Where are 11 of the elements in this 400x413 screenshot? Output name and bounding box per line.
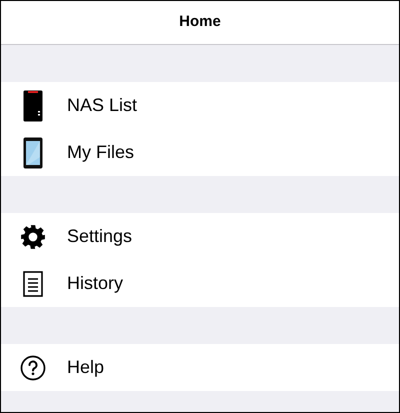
menu-item[interactable]: Settings <box>1 213 399 260</box>
page-title: Home <box>179 12 221 32</box>
document-icon <box>23 270 43 296</box>
menu-item[interactable]: History <box>1 260 399 307</box>
menu-item[interactable]: Help <box>1 344 399 391</box>
menu-item[interactable]: NAS List <box>1 82 399 129</box>
nas-device-icon <box>23 90 43 122</box>
menu-item[interactable]: My Files <box>1 129 399 176</box>
help-icon <box>20 354 46 380</box>
settings-icon <box>20 224 46 250</box>
phone-icon <box>23 136 43 168</box>
